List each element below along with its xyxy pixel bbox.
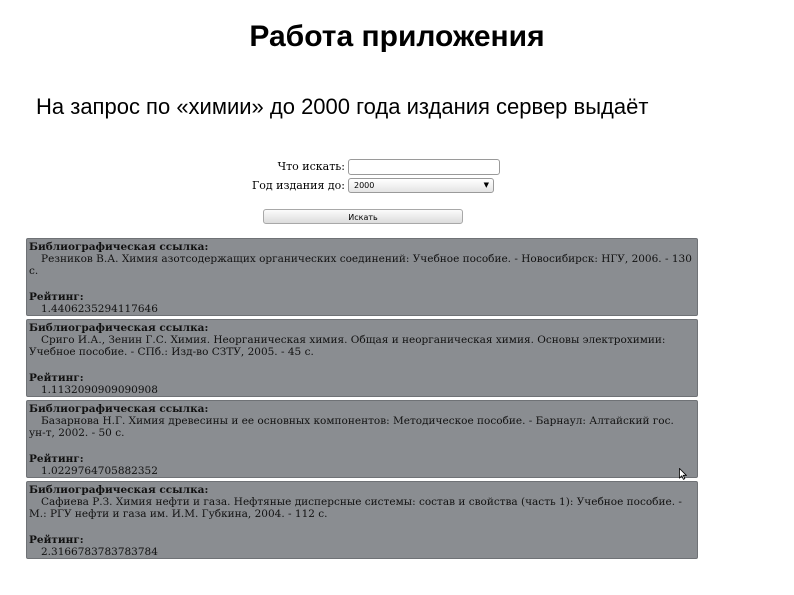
ref-label: Библиографическая ссылка: — [29, 484, 209, 496]
rating-value: 1.1132090909090908 — [41, 384, 158, 396]
rating-value: 1.0229764705882352 — [41, 465, 158, 477]
rating-value: 2.3166783783783784 — [41, 546, 158, 558]
rating-label: Рейтинг: — [29, 534, 84, 546]
query-input[interactable] — [348, 159, 500, 175]
results-list: Библиографическая ссылка: Резников В.А. … — [26, 238, 698, 562]
slide-title: Работа приложения — [249, 20, 545, 53]
ref-label: Библиографическая ссылка: — [29, 322, 209, 334]
rating-value: 1.4406235294117646 — [41, 303, 158, 315]
ref-text: Базарнова Н.Г. Химия древесины и ее осно… — [29, 415, 674, 439]
ref-text: Сафиева Р.З. Химия нефти и газа. Нефтяны… — [29, 496, 682, 520]
year-select-value: 2000 — [354, 181, 375, 190]
result-card: Библиографическая ссылка: Базарнова Н.Г.… — [26, 400, 698, 478]
search-button[interactable]: Искать — [263, 209, 463, 224]
chevron-down-icon: ▼ — [483, 181, 489, 189]
slide-subtitle: На запрос по «химии» до 2000 года издани… — [36, 94, 649, 119]
rating-label: Рейтинг: — [29, 372, 84, 384]
result-card: Библиографическая ссылка: Сафиева Р.З. Х… — [26, 481, 698, 559]
query-row: Что искать: — [150, 159, 500, 175]
query-label: Что искать: — [277, 160, 345, 173]
year-label: Год издания до: — [251, 179, 345, 192]
result-card: Библиографическая ссылка: Резников В.А. … — [26, 238, 698, 316]
ref-text: Сриго И.А., Зенин Г.С. Химия. Неорганиче… — [29, 334, 666, 358]
mouse-cursor-icon — [679, 468, 687, 480]
rating-label: Рейтинг: — [29, 291, 84, 303]
ref-label: Библиографическая ссылка: — [29, 403, 209, 415]
rating-label: Рейтинг: — [29, 453, 84, 465]
year-select[interactable]: 2000 ▼ — [348, 178, 494, 193]
year-row: Год издания до: 2000 ▼ — [150, 178, 500, 194]
ref-label: Библиографическая ссылка: — [29, 241, 209, 253]
ref-text: Резников В.А. Химия азотсодержащих орган… — [29, 253, 692, 277]
result-card: Библиографическая ссылка: Сриго И.А., Зе… — [26, 319, 698, 397]
